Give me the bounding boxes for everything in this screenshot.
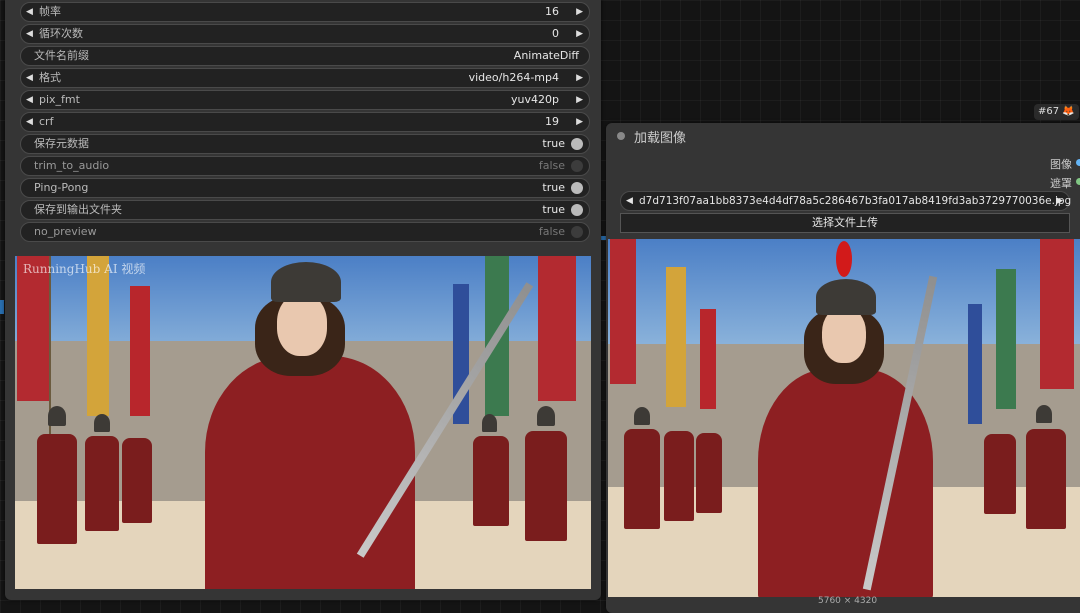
red-flag xyxy=(1040,239,1074,389)
output-port-dot-icon[interactable] xyxy=(1076,159,1080,166)
pix-fmt-combo[interactable]: ◀ pix_fmt yuv420p ▶ xyxy=(20,90,590,110)
previous-arrow-icon[interactable]: ◀ xyxy=(626,192,633,210)
widget-value: true xyxy=(542,181,565,194)
red-flag xyxy=(610,239,636,384)
soldier-figure xyxy=(984,434,1016,514)
warrior-face xyxy=(822,307,866,363)
file-name-value: d7d713f07aa1bb8373e4d4df78a5c286467b3fa0… xyxy=(639,195,1072,207)
soldier-figure xyxy=(473,436,509,526)
widget-value: 16 xyxy=(545,5,559,18)
warrior-face xyxy=(277,294,327,356)
soldier-helmet xyxy=(94,414,110,432)
previous-arrow-icon[interactable]: ◀ xyxy=(26,69,33,87)
save-metadata-toggle[interactable]: 保存元数据 true xyxy=(20,134,590,154)
soldier-figure xyxy=(624,429,660,529)
upload-file-button[interactable]: 选择文件上传 xyxy=(620,213,1070,233)
decrement-arrow-icon[interactable]: ◀ xyxy=(26,3,33,21)
save-output-toggle[interactable]: 保存到输出文件夹 true xyxy=(20,200,590,220)
decrement-arrow-icon[interactable]: ◀ xyxy=(26,113,33,131)
yellow-flag xyxy=(666,267,686,407)
connection-wire xyxy=(0,300,4,314)
filename-prefix-field[interactable]: 文件名前缀 AnimateDiff xyxy=(20,46,590,66)
widget-value: video/h264-mp4 xyxy=(468,71,559,84)
output-label-mask: 遮罩 xyxy=(1050,177,1072,190)
widget-value: AnimateDiff xyxy=(513,49,579,62)
widget-label: 保存元数据 xyxy=(34,137,89,150)
widget-label: 文件名前缀 xyxy=(34,49,89,62)
video-combine-node[interactable]: ◀ 帧率 16 ▶ ◀ 循环次数 0 ▶ 文件名前缀 AnimateDiff ◀… xyxy=(5,0,601,600)
output-port-dot-icon[interactable] xyxy=(1076,178,1080,185)
previous-arrow-icon[interactable]: ◀ xyxy=(26,91,33,109)
image-file-combo[interactable]: ◀ d7d713f07aa1bb8373e4d4df78a5c286467b3f… xyxy=(620,191,1072,211)
widget-value: true xyxy=(542,137,565,150)
widget-label: 循环次数 xyxy=(39,27,83,40)
crf-widget[interactable]: ◀ crf 19 ▶ xyxy=(20,112,590,132)
soldier-figure xyxy=(664,431,694,521)
increment-arrow-icon[interactable]: ▶ xyxy=(576,113,583,131)
soldier-helmet xyxy=(48,406,66,426)
video-preview: RunningHub AI 视频 xyxy=(15,256,591,589)
widget-label: trim_to_audio xyxy=(34,159,110,172)
toggle-knob-icon[interactable] xyxy=(571,138,583,150)
soldier-figure xyxy=(1026,429,1066,529)
loop-count-widget[interactable]: ◀ 循环次数 0 ▶ xyxy=(20,24,590,44)
warrior-helmet xyxy=(816,279,876,315)
next-arrow-icon[interactable]: ▶ xyxy=(1056,192,1063,210)
soldier-helmet xyxy=(634,407,650,425)
green-flag xyxy=(996,269,1016,409)
image-preview xyxy=(608,239,1080,597)
warrior-helmet xyxy=(271,262,341,302)
next-arrow-icon[interactable]: ▶ xyxy=(576,91,583,109)
widget-value: false xyxy=(538,159,565,172)
blue-flag xyxy=(968,304,982,424)
increment-arrow-icon[interactable]: ▶ xyxy=(576,3,583,21)
image-dimensions: 5760 × 4320 xyxy=(818,596,878,606)
red-flag xyxy=(17,256,49,401)
widget-value: true xyxy=(542,203,565,216)
next-arrow-icon[interactable]: ▶ xyxy=(576,69,583,87)
soldier-figure xyxy=(525,431,567,541)
format-combo[interactable]: ◀ 格式 video/h264-mp4 ▶ xyxy=(20,68,590,88)
frame-rate-widget[interactable]: ◀ 帧率 16 ▶ xyxy=(20,2,590,22)
red-flag xyxy=(700,309,716,409)
ping-pong-toggle[interactable]: Ping-Pong true xyxy=(20,178,590,198)
red-flag xyxy=(130,286,150,416)
node-title: 加载图像 xyxy=(634,131,687,146)
toggle-knob-icon[interactable] xyxy=(571,204,583,216)
widget-value: 19 xyxy=(545,115,559,128)
helmet-plume xyxy=(836,241,852,277)
toggle-knob-icon[interactable] xyxy=(571,182,583,194)
toggle-knob-icon[interactable] xyxy=(571,226,583,238)
widget-label: pix_fmt xyxy=(39,93,80,106)
trim-to-audio-toggle[interactable]: trim_to_audio false xyxy=(20,156,590,176)
load-image-node[interactable]: 加载图像 图像 遮罩 ◀ d7d713f07aa1bb8373e4d4df78a… xyxy=(606,123,1080,613)
widget-label: 保存到输出文件夹 xyxy=(34,203,122,216)
widget-value: false xyxy=(538,225,565,238)
soldier-figure xyxy=(37,434,77,544)
increment-arrow-icon[interactable]: ▶ xyxy=(576,25,583,43)
soldier-figure xyxy=(122,438,152,523)
soldier-figure xyxy=(696,433,722,513)
toggle-knob-icon[interactable] xyxy=(571,160,583,172)
soldier-helmet xyxy=(1036,405,1052,423)
node-collapse-dot-icon[interactable] xyxy=(617,132,625,140)
watermark-text: RunningHub AI 视频 xyxy=(23,262,146,276)
widget-label: Ping-Pong xyxy=(34,181,89,194)
soldier-figure xyxy=(85,436,119,531)
node-id-badge: #67 🦊 xyxy=(1034,104,1079,120)
yellow-flag xyxy=(87,256,109,416)
widget-label: crf xyxy=(39,115,54,128)
no-preview-toggle[interactable]: no_preview false xyxy=(20,222,590,242)
decrement-arrow-icon[interactable]: ◀ xyxy=(26,25,33,43)
widget-value: yuv420p xyxy=(511,93,559,106)
widget-value: 0 xyxy=(552,27,559,40)
widget-label: 帧率 xyxy=(39,5,61,18)
widget-label: no_preview xyxy=(34,225,97,238)
soldier-helmet xyxy=(482,414,497,432)
warrior-robe xyxy=(205,356,415,589)
widget-label: 格式 xyxy=(39,71,61,84)
soldier-helmet xyxy=(537,406,555,426)
red-flag xyxy=(538,256,576,401)
output-label-image: 图像 xyxy=(1050,158,1072,171)
